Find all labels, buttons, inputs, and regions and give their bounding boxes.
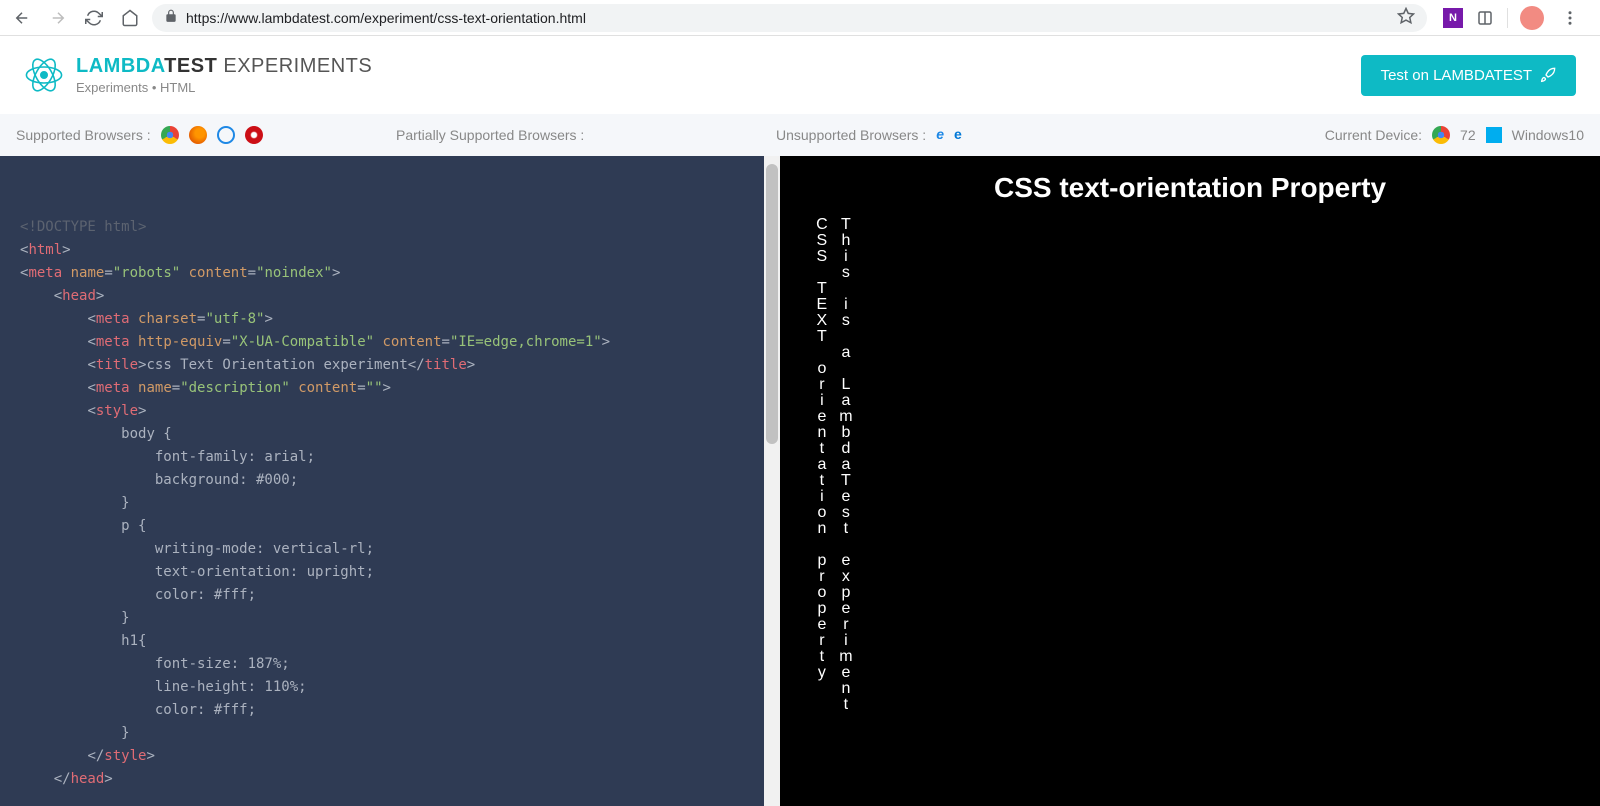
unsupported-browsers: Unsupported Browsers : e e [776,126,1176,144]
browser-support-bar: Supported Browsers : Partially Supported… [0,114,1600,156]
onenote-ext-icon[interactable]: N [1443,8,1463,28]
preview-heading: CSS text-orientation Property [780,156,1600,204]
separator [1507,8,1508,28]
split-view: <!DOCTYPE html> <html> <meta name="robot… [0,156,1600,806]
ie-icon: e [936,126,944,144]
browser-toolbar: https://www.lambdatest.com/experiment/cs… [0,0,1600,36]
extension-icon[interactable] [1475,8,1495,28]
extension-icons: N [1435,4,1592,32]
code-scrollbar[interactable] [764,156,780,806]
windows-icon [1486,127,1502,143]
reload-button[interactable] [80,4,108,32]
url-text: https://www.lambdatest.com/experiment/cs… [186,10,1389,26]
firefox-icon [189,126,207,144]
forward-button[interactable] [44,4,72,32]
star-icon[interactable] [1397,7,1415,28]
lambdatest-logo-icon [24,55,64,95]
breadcrumb: Experiments • HTML [76,80,372,95]
test-on-lambdatest-button[interactable]: Test on LAMBDATEST [1361,55,1576,96]
home-button[interactable] [116,4,144,32]
preview-paragraph-1: CSS TEXT orientation property [810,216,832,680]
current-device: Current Device: 72 Windows10 [1325,126,1584,144]
lock-icon [164,9,178,26]
address-bar[interactable]: https://www.lambdatest.com/experiment/cs… [152,4,1427,32]
chrome-icon [161,126,179,144]
edge-icon: e [954,126,962,144]
code-content: <!DOCTYPE html> <html> <meta name="robot… [0,156,780,806]
scrollbar-thumb[interactable] [766,164,778,444]
logo-text: LAMBDATEST EXPERIMENTS [76,55,372,78]
rocket-icon [1540,67,1556,83]
opera-icon [245,126,263,144]
partial-browsers: Partially Supported Browsers : [396,127,776,143]
safari-icon [217,126,235,144]
code-editor-pane[interactable]: <!DOCTYPE html> <html> <meta name="robot… [0,156,780,806]
chrome-icon [1432,126,1450,144]
menu-button[interactable] [1556,4,1584,32]
supported-browsers: Supported Browsers : [16,126,396,144]
preview-pane: CSS text-orientation Property CSS TEXT o… [780,156,1600,806]
page-header: LAMBDATEST EXPERIMENTS Experiments • HTM… [0,36,1600,114]
logo-area: LAMBDATEST EXPERIMENTS Experiments • HTM… [24,55,372,95]
preview-paragraph-2: This is a LambdaTest experiment [834,216,856,712]
profile-avatar[interactable] [1520,6,1544,30]
back-button[interactable] [8,4,36,32]
